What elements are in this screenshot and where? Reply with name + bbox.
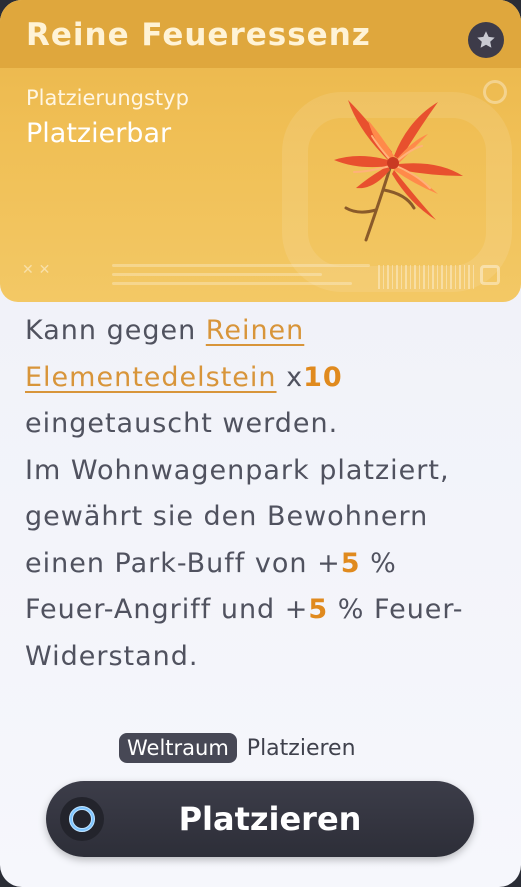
gem-link[interactable]: Elementedelstein xyxy=(25,362,277,393)
place-button-label: Platzieren xyxy=(178,800,362,838)
description-line: gewährt sie den Bewohnern xyxy=(25,501,429,532)
decorative-marks: ✕ ✕ xyxy=(22,262,51,278)
decorative-barcode xyxy=(378,265,474,289)
placement-type-value: Platzierbar xyxy=(26,118,172,149)
star-icon xyxy=(477,31,495,48)
description-line: Im Wohnwagenpark platziert, xyxy=(25,454,450,486)
description-text: % Feuer- xyxy=(328,594,464,625)
keyboard-hint: Weltraum Platzieren xyxy=(119,733,356,763)
description-text: % xyxy=(360,547,397,579)
gem-link[interactable]: Reinen xyxy=(206,315,305,346)
description-text: Feuer-Angriff und + xyxy=(25,594,309,625)
description-text: Kann gegen xyxy=(25,315,206,346)
decorative-fineprint xyxy=(112,264,370,292)
buff-value: 5 xyxy=(308,594,329,625)
item-header: Reine Feueressenz Platzierungstyp Platzi… xyxy=(0,0,521,302)
description-line: eingetauscht werden. xyxy=(25,408,339,439)
fire-flower-icon xyxy=(334,100,463,242)
buff-value: 5 xyxy=(340,547,361,579)
description-line: Elementedelstein x10 xyxy=(25,355,505,402)
hint-action: Platzieren xyxy=(246,735,356,761)
placement-type-label: Platzierungstyp xyxy=(26,86,189,110)
description-line: Feuer-Angriff und +5 % Feuer- xyxy=(25,587,505,634)
item-detail-card: Reine Feueressenz Platzierungstyp Platzi… xyxy=(0,0,521,887)
decorative-ring-icon xyxy=(483,80,507,104)
description-line: einen Park-Buff von +5 % xyxy=(25,541,505,588)
description-line: Kann gegen Reinen xyxy=(25,308,505,355)
quantity-value: 10 xyxy=(303,361,343,393)
place-button[interactable]: Platzieren xyxy=(46,781,474,857)
item-description: Kann gegen Reinen Elementedelstein x10 e… xyxy=(25,308,505,680)
quantity-prefix: x xyxy=(276,361,304,393)
description-text: einen Park-Buff von + xyxy=(25,547,341,579)
key-chip: Weltraum xyxy=(119,733,237,763)
favorite-star-button[interactable] xyxy=(468,22,504,58)
description-line: Widerstand. xyxy=(25,640,199,672)
item-title: Reine Feueressenz xyxy=(26,17,371,53)
scan-icon xyxy=(480,265,500,285)
